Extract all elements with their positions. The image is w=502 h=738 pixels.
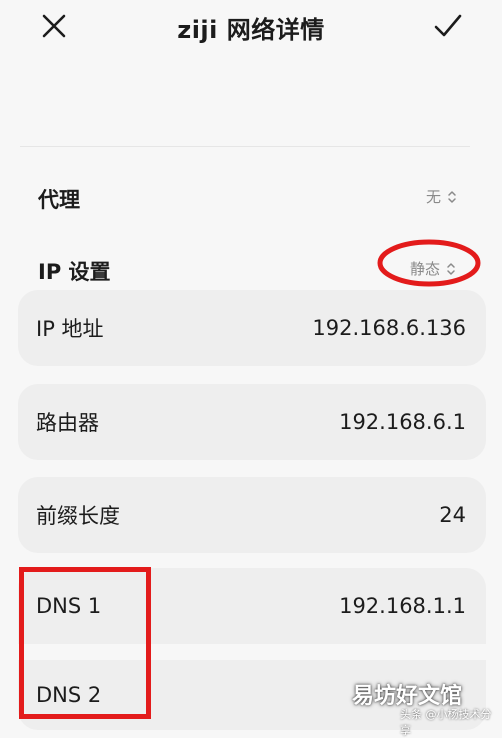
router-label: 路由器: [36, 411, 99, 435]
ip-address-value: 192.168.6.136: [312, 316, 466, 340]
watermark-source-prefix: 头条: [400, 708, 422, 721]
prefix-length-label: 前缀长度: [36, 504, 120, 528]
router-value: 192.168.6.1: [339, 410, 466, 434]
confirm-button[interactable]: [428, 8, 468, 44]
page-title: ziji 网络详情: [177, 16, 325, 44]
ip-settings-value: 静态: [410, 260, 441, 278]
ip-settings-label: IP 设置: [38, 260, 111, 284]
app-header: ziji 网络详情: [0, 0, 502, 56]
dns2-label: DNS 2: [36, 683, 102, 707]
proxy-label: 代理: [38, 188, 80, 212]
ip-settings-picker[interactable]: 静态: [410, 258, 456, 279]
prefix-length-value: 24: [439, 503, 466, 527]
ip-address-field[interactable]: IP 地址 192.168.6.136: [18, 290, 486, 366]
router-field[interactable]: 路由器 192.168.6.1: [18, 384, 486, 460]
proxy-value: 无: [426, 188, 442, 206]
dns1-field[interactable]: DNS 1 192.168.1.1: [18, 568, 486, 644]
up-down-chevron-icon: [447, 262, 455, 275]
dns1-value: 192.168.1.1: [339, 594, 466, 618]
watermark-source: 头条 @小杨技术分享: [400, 706, 502, 738]
divider: [20, 146, 470, 147]
proxy-picker[interactable]: 无: [426, 186, 457, 207]
ip-address-label: IP 地址: [36, 317, 104, 341]
dns1-label: DNS 1: [36, 594, 102, 618]
prefix-length-field[interactable]: 前缀长度 24: [18, 477, 486, 553]
checkmark-icon: [434, 14, 462, 37]
up-down-chevron-icon: [448, 190, 456, 203]
